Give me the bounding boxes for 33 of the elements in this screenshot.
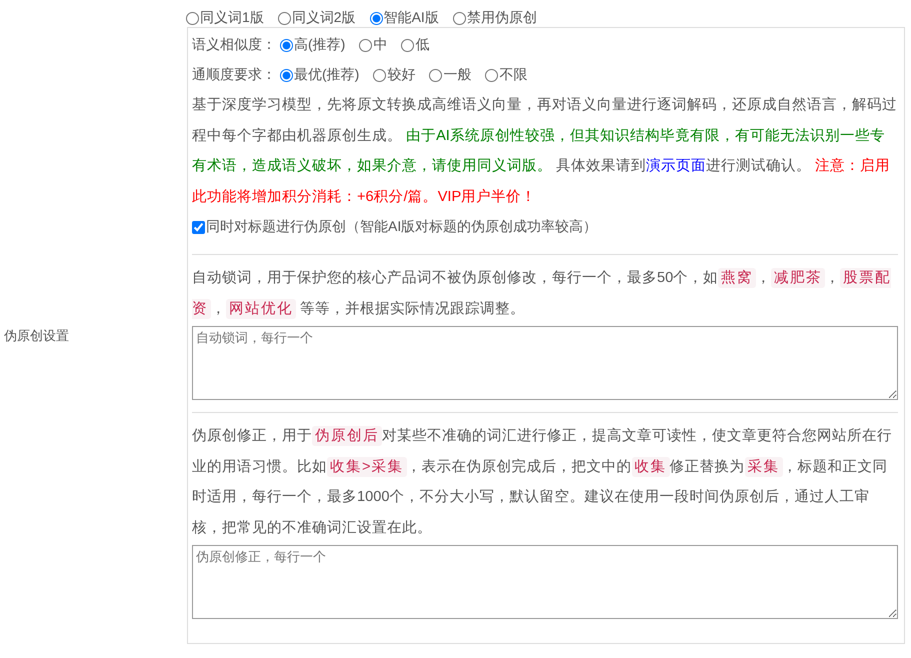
radio-button[interactable] — [280, 38, 293, 52]
radio-button[interactable] — [370, 12, 383, 24]
lock-words-field[interactable]: 自动锁词，每行一个 — [192, 326, 898, 400]
section-label: 伪原创设置 — [3, 326, 70, 344]
demo-page-link[interactable]: 演示页面 — [646, 158, 706, 174]
ai-description: 基于深度学习模型，先将原文转换成高维语义向量，再对语义向量进行逐词解码，还原成自然语言，解码过程中每个字都由机器原创生成。 由于AI系统原创性较强，但其知识结构毕竟有限，有可能无法识别一些专有术语，造成语义破坏，如果介意，请使用同义词版。 具体效果请到演示页面进行测试确认。 注意：启用此功能将增加积分消耗：+6积分/篇。VIP用户半价！ — [192, 96, 898, 206]
radio-button[interactable] — [485, 68, 498, 82]
option-label: 智能AI版 — [384, 9, 439, 27]
option-label: 较好 — [387, 66, 416, 84]
option-label: 中 — [373, 36, 388, 54]
radio-button[interactable] — [452, 12, 466, 24]
option-label: 不限 — [499, 66, 528, 84]
option-label: 同时对标题进行伪原创（智能AI版对标题的伪原创成功率较高） — [206, 218, 598, 236]
option-label: 禁用伪原创 — [466, 9, 537, 27]
setting-label: 语义相似度： — [192, 36, 276, 54]
option-label: 同义词1版 — [200, 9, 264, 27]
option-label: 高(推荐) — [294, 36, 346, 54]
correction-field[interactable]: 伪原创修正，每行一个 — [192, 545, 898, 619]
radio-button[interactable] — [278, 12, 291, 24]
radio-button[interactable] — [429, 68, 442, 82]
option-label: 最优(推荐) — [294, 66, 360, 84]
checkbox[interactable] — [192, 220, 205, 234]
radio-button[interactable] — [373, 68, 386, 82]
correction-description: 伪原创修正，用于 伪原创后 对某些不准确的词汇进行修正，提高文章可读性，使文章更符合您网站所在行业的用语习惯。比如 收集>采集 ，表示在伪原创完成后，把文中的 收集 修正替换为 采集 ，标题和正文同时适用，每行一个，最多1000个，不分大小写，默认留空。建议在使用一段时间伪原创后，通过人工审核，把常见的不准确词汇设置在此。 — [192, 425, 893, 538]
radio-button[interactable] — [401, 38, 414, 52]
radio-button[interactable] — [280, 68, 293, 82]
option-label: 一般 — [443, 66, 472, 84]
radio-button[interactable] — [186, 12, 199, 24]
option-label: 同义词2版 — [292, 9, 356, 27]
option-label: 低 — [415, 36, 430, 54]
radio-button[interactable] — [359, 38, 372, 52]
setting-label: 通顺度要求： — [192, 66, 276, 84]
lock-words-description: 自动锁词，用于保护您的核心产品词不被伪原创修改，每行一个，最多50个，如 燕窝 ， 减肥茶 ， 股票配资 ， 网站优化 等等，并根据实际情况跟踪调整。 — [192, 267, 892, 320]
